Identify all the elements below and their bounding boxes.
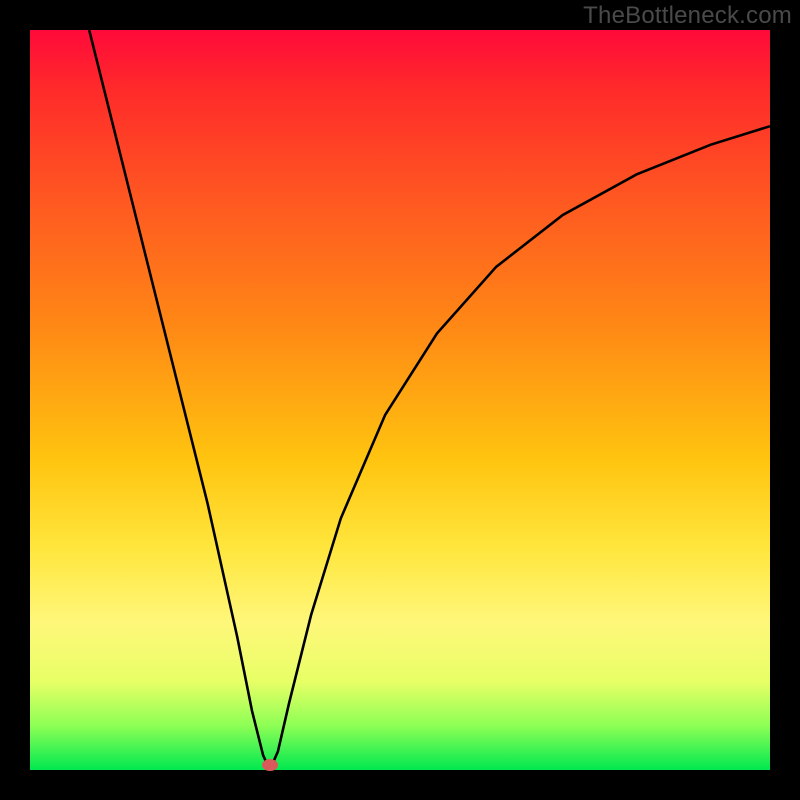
curve-svg: [30, 30, 770, 770]
optimum-marker: [262, 759, 278, 771]
curve-line: [89, 30, 770, 770]
chart-container: TheBottleneck.com: [0, 0, 800, 800]
watermark-text: TheBottleneck.com: [583, 2, 792, 30]
plot-area: [30, 30, 770, 770]
